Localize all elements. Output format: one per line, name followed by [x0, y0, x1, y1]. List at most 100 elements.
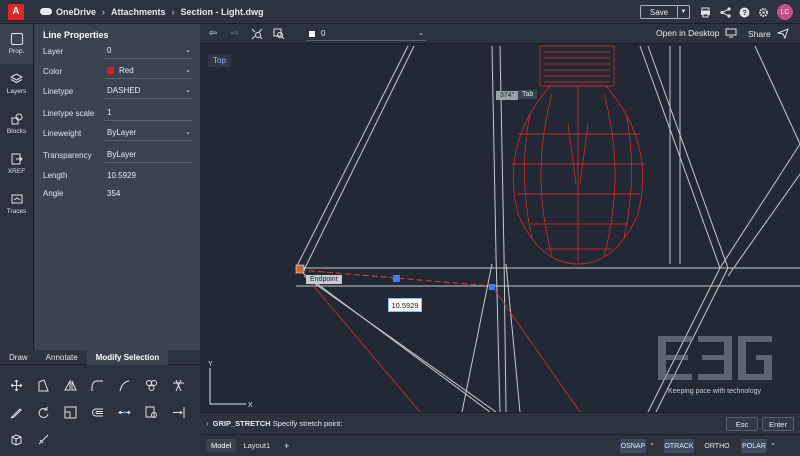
- prop-row-transparency: Transparency ByLayer: [43, 146, 193, 164]
- dimension-input[interactable]: 10.5929: [388, 298, 422, 312]
- view-cube-top[interactable]: Top: [208, 54, 231, 67]
- tab-layout1[interactable]: Layout1: [238, 439, 275, 452]
- share-button[interactable]: Share: [748, 28, 789, 39]
- layer-color-swatch: [309, 30, 315, 37]
- midpoint-grip[interactable]: [393, 275, 400, 282]
- osnap-toggle[interactable]: OSNAP: [620, 439, 646, 453]
- cloud-icon: [40, 8, 52, 15]
- chevron-right-icon: ›: [206, 419, 209, 428]
- rail-item-xref[interactable]: XREF: [0, 144, 33, 184]
- layer-dropdown[interactable]: 0 ⌄: [105, 43, 193, 59]
- chevron-down-icon: ⌄: [185, 129, 191, 136]
- tab-modify-selection[interactable]: Modify Selection: [86, 349, 169, 365]
- enter-button[interactable]: Enter: [762, 417, 794, 431]
- group-icon[interactable]: [143, 377, 159, 393]
- linetype-scale-input[interactable]: 1: [105, 105, 193, 121]
- layer-selector[interactable]: 0 ⌄: [306, 27, 426, 41]
- endpoint-snap-tooltip: Endpoint: [306, 275, 342, 284]
- prop-row-lineweight: Lineweight ByLayer ⌄: [43, 124, 193, 142]
- rail-label: Blocks: [6, 128, 27, 135]
- explode-icon[interactable]: [35, 431, 51, 447]
- tab-draw[interactable]: Draw: [0, 350, 37, 365]
- save-group: Save ▼: [640, 5, 690, 19]
- breadcrumb: OneDrive › Attachments › Section - Light…: [40, 7, 264, 17]
- rail-label: XREF: [7, 168, 26, 175]
- prop-value: 0: [107, 46, 112, 55]
- prop-label: Linetype scale: [43, 108, 95, 118]
- help-icon[interactable]: ?: [738, 6, 750, 18]
- ortho-toggle[interactable]: ORTHO: [704, 439, 730, 453]
- share-network-icon[interactable]: [719, 6, 731, 18]
- array-icon[interactable]: [8, 431, 24, 447]
- otrack-toggle[interactable]: OTRACK: [664, 439, 694, 453]
- fillet-icon[interactable]: [89, 377, 105, 393]
- command-line[interactable]: › GRIP_STRETCH Specify stretch point: Es…: [200, 412, 800, 434]
- zoom-extents-icon[interactable]: [248, 27, 266, 41]
- rotate-icon[interactable]: [35, 404, 51, 420]
- save-button[interactable]: Save: [640, 5, 678, 19]
- esc-button[interactable]: Esc: [726, 417, 758, 431]
- angle-tooltip: 374°: [496, 91, 519, 100]
- prop-label: Color: [43, 66, 63, 76]
- redo-icon[interactable]: ⇨: [226, 27, 244, 41]
- print-icon[interactable]: [699, 6, 711, 18]
- monitor-icon: [725, 28, 737, 38]
- prop-row-length: Length 10.5929: [43, 166, 193, 184]
- angle-value: 354: [105, 185, 193, 201]
- save-dropdown-button[interactable]: ▼: [678, 5, 690, 19]
- chevron-up-icon[interactable]: ^: [769, 439, 777, 453]
- prop-value: 354: [107, 188, 121, 198]
- polar-toggle[interactable]: POLAR: [741, 439, 767, 453]
- tab-hint: Tab: [518, 90, 538, 99]
- blocks-icon: [11, 113, 22, 125]
- breadcrumb-onedrive[interactable]: OneDrive: [56, 7, 96, 17]
- extend-icon[interactable]: [170, 404, 186, 420]
- prop-label: Angle: [43, 188, 64, 198]
- tab-model[interactable]: Model: [206, 439, 237, 452]
- stretch-icon[interactable]: [116, 404, 132, 420]
- linetype-dropdown[interactable]: DASHED ⌄: [105, 83, 193, 99]
- rail-item-properties[interactable]: Prop.: [0, 24, 33, 64]
- prop-value: ByLayer: [107, 150, 137, 159]
- properties-match-icon[interactable]: [143, 404, 159, 420]
- open-in-desktop-button[interactable]: Open in Desktop: [656, 28, 737, 38]
- rail-item-blocks[interactable]: Blocks: [0, 104, 33, 144]
- rail-item-traces[interactable]: Traces: [0, 184, 33, 224]
- properties-panel: Line Properties Layer 0 ⌄ Color Red ⌄ Line…: [34, 24, 200, 350]
- endpoint-grip-right[interactable]: [489, 284, 495, 290]
- breadcrumb-attachments[interactable]: Attachments: [111, 7, 166, 17]
- avatar[interactable]: LC: [777, 4, 793, 20]
- prop-row-color: Color Red ⌄: [43, 62, 193, 80]
- copy-icon[interactable]: [35, 377, 51, 393]
- canvas-toolbar: ⇦ ⇨ 0 ⌄ Open in Desktop Share: [200, 24, 800, 44]
- add-layout-button[interactable]: +: [279, 439, 294, 453]
- share-label: Share: [748, 28, 771, 39]
- zoom-window-icon[interactable]: [270, 27, 288, 41]
- rail-label: Prop.: [8, 48, 25, 55]
- tab-annotate[interactable]: Annotate: [37, 350, 87, 365]
- endpoint-grip[interactable]: [295, 264, 305, 274]
- drawing-canvas[interactable]: Y X ⇦ ⇨ 0 ⌄ Open in Desktop Share Top 37…: [200, 24, 800, 412]
- edit-icon[interactable]: [8, 404, 24, 420]
- layers-icon: [10, 73, 23, 84]
- prop-label: Layer: [43, 46, 64, 56]
- move-icon[interactable]: [8, 377, 24, 393]
- offset-icon[interactable]: [89, 404, 105, 420]
- undo-icon[interactable]: ⇦: [204, 27, 222, 41]
- settings-gear-icon[interactable]: [757, 6, 769, 18]
- status-bar: Model Layout1 + OSNAP ^ OTRACK ORTHO POL…: [200, 434, 800, 456]
- send-icon: [776, 28, 789, 39]
- transparency-input[interactable]: ByLayer: [105, 147, 193, 163]
- rail-label: Traces: [6, 208, 27, 215]
- mirror-icon[interactable]: [62, 377, 78, 393]
- chevron-up-icon[interactable]: ^: [648, 439, 656, 453]
- trim-icon[interactable]: [170, 377, 186, 393]
- prop-row-linetype: Linetype DASHED ⌄: [43, 82, 193, 100]
- chamfer-icon[interactable]: [116, 377, 132, 393]
- color-dropdown[interactable]: Red ⌄: [105, 63, 193, 79]
- scale-icon[interactable]: [62, 404, 78, 420]
- properties-icon: [10, 33, 23, 45]
- top-bar: A OneDrive › Attachments › Section - Lig…: [0, 0, 800, 24]
- lineweight-dropdown[interactable]: ByLayer ⌄: [105, 125, 193, 141]
- rail-item-layers[interactable]: Layers: [0, 64, 33, 104]
